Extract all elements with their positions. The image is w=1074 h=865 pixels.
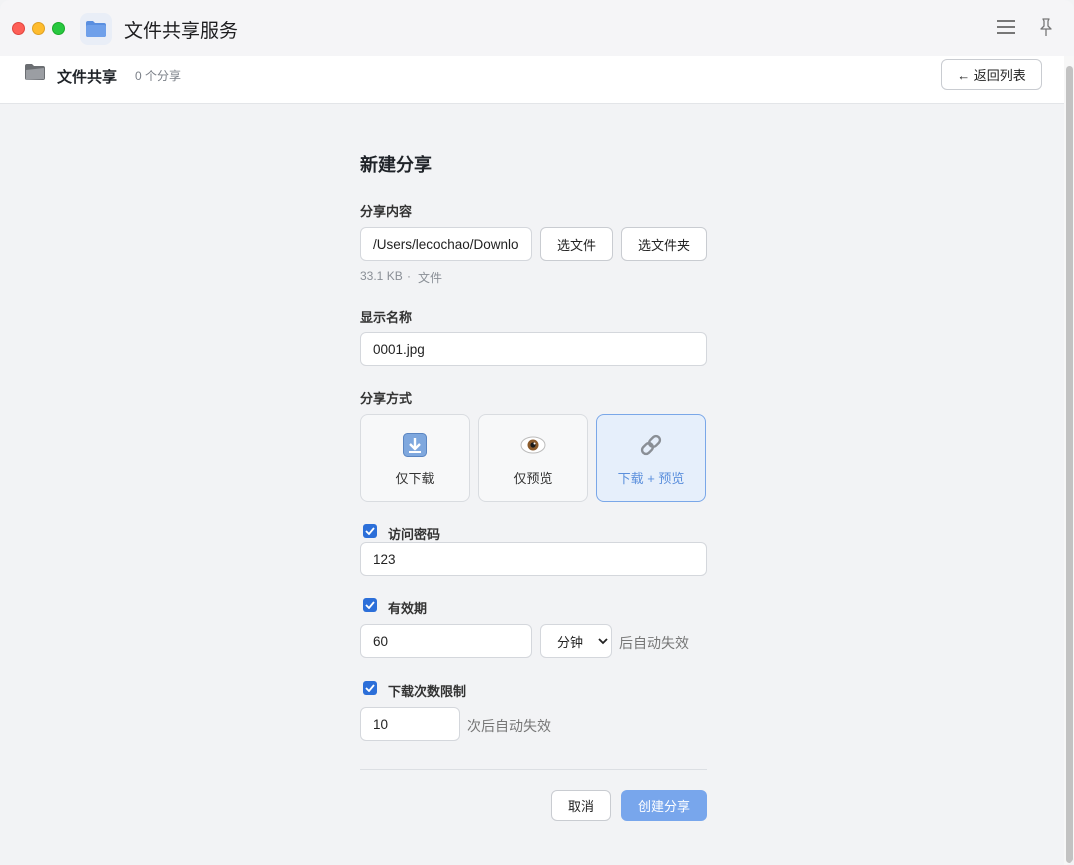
title-bar: 文件共享服务: [0, 0, 1074, 56]
download-limit-suffix: 次后自动失效: [467, 718, 551, 734]
app-window: 文件共享服务 文件共享 0 个分享 ← 返回列表 新建分享 分享内容 /User…: [0, 0, 1074, 865]
content-path-input[interactable]: /Users/lecochao/Downlo: [360, 227, 532, 261]
share-mode-label: 分享方式: [360, 391, 413, 406]
expiry-unit-select[interactable]: 分钟: [540, 624, 612, 658]
minimize-window-button[interactable]: [32, 22, 45, 35]
link-icon: [638, 432, 664, 458]
password-checkbox[interactable]: [363, 524, 377, 538]
create-share-button[interactable]: 创建分享: [621, 790, 707, 821]
folder-icon: [24, 62, 46, 82]
expiry-suffix: 后自动失效: [619, 635, 689, 651]
password-input[interactable]: 123: [360, 542, 707, 576]
file-size: 33.1 KB: [360, 269, 403, 283]
form-divider: [360, 769, 707, 770]
mode-label: 下载 + 预览: [617, 471, 685, 486]
menu-icon[interactable]: [997, 20, 1015, 36]
mode-label: 仅预览: [513, 471, 553, 486]
download-limit-input[interactable]: 10: [360, 707, 460, 741]
window-title: 文件共享服务: [124, 21, 239, 42]
form-heading: 新建分享: [360, 155, 432, 175]
expiry-checkbox[interactable]: [363, 598, 377, 612]
pick-folder-button[interactable]: 选文件夹: [621, 227, 707, 261]
eye-icon: [520, 432, 546, 458]
back-to-list-button[interactable]: ← 返回列表: [941, 59, 1042, 90]
password-label: 访问密码: [388, 527, 441, 542]
display-name-input[interactable]: 0001.jpg: [360, 332, 707, 366]
chevron-down-icon: [598, 638, 608, 645]
expiry-label: 有效期: [388, 601, 428, 616]
mode-download-and-preview[interactable]: 下载 + 预览: [596, 414, 706, 502]
display-name-label: 显示名称: [360, 310, 413, 325]
close-window-button[interactable]: [12, 22, 25, 35]
download-arrow-icon: [402, 432, 428, 458]
mode-download-only[interactable]: 仅下载: [360, 414, 470, 502]
mode-label: 仅下载: [395, 471, 435, 486]
mode-preview-only[interactable]: 仅预览: [478, 414, 588, 502]
cancel-button[interactable]: 取消: [551, 790, 611, 821]
expiry-value-input[interactable]: 60: [360, 624, 532, 658]
content-label: 分享内容: [360, 204, 413, 219]
zoom-window-button[interactable]: [52, 22, 65, 35]
download-limit-label: 下载次数限制: [388, 684, 467, 699]
download-limit-checkbox[interactable]: [363, 681, 377, 695]
meta-separator: ·: [407, 269, 411, 283]
pin-icon[interactable]: [1038, 18, 1054, 38]
expiry-unit-value: 分钟: [557, 634, 584, 650]
pick-file-button[interactable]: 选文件: [540, 227, 613, 261]
scrollbar-thumb[interactable]: [1066, 66, 1073, 863]
page-title: 文件共享: [57, 69, 118, 86]
scrollbar[interactable]: [1064, 56, 1074, 865]
app-header: 文件共享 0 个分享 ← 返回列表: [0, 56, 1066, 104]
file-kind: 文件: [418, 271, 443, 285]
share-count: 0 个分享: [135, 69, 182, 83]
app-folder-icon: [80, 13, 112, 45]
